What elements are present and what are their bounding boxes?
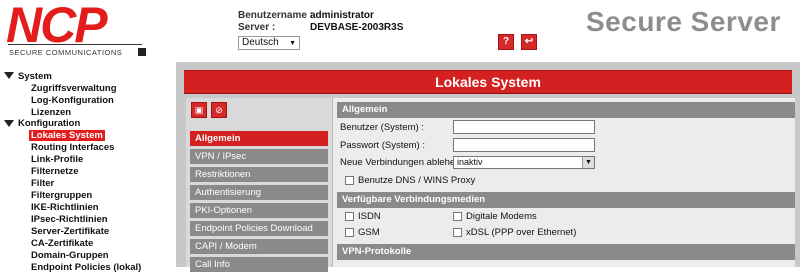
subnav-allgemein[interactable]: Allgemein: [190, 131, 328, 146]
tree-item[interactable]: IKE-Richtlinien: [31, 202, 99, 213]
subnav-restriktionen[interactable]: Restriktionen: [190, 167, 328, 182]
discard-icon[interactable]: ⊘: [211, 102, 227, 118]
tree-item[interactable]: Filternetze: [31, 166, 79, 177]
section-vpn-protokolle: VPN-Protokolle: [337, 244, 795, 260]
chevron-down-icon: ▼: [582, 157, 594, 168]
logo-tagline: SECURE COMMUNICATIONS: [9, 48, 123, 57]
expand-triangle-icon[interactable]: [4, 72, 14, 79]
language-value: Deutsch: [242, 37, 279, 48]
xdsl-label: xDSL (PPP over Ethernet): [466, 227, 577, 238]
tree-node-system[interactable]: System: [18, 71, 52, 82]
tree-item[interactable]: Routing Interfaces: [31, 142, 114, 153]
save-icon[interactable]: ▣: [191, 102, 207, 118]
isdn-checkbox[interactable]: [345, 212, 354, 221]
header: NCP SECURE COMMUNICATIONS Benutzername :…: [0, 0, 800, 62]
subnav-authentisierung[interactable]: Authentisierung: [190, 185, 328, 200]
section-medien: Verfügbare Verbindungsmedien: [337, 192, 795, 208]
logo-square: [138, 48, 146, 56]
isdn-label: ISDN: [358, 211, 381, 222]
product-title: Secure Server: [586, 6, 781, 37]
content-panel: Allgemein Benutzer (System) : Passwort (…: [332, 98, 795, 267]
password-input[interactable]: [453, 138, 595, 152]
modems-checkbox[interactable]: [453, 212, 462, 221]
tree-item[interactable]: Log-Konfiguration: [31, 95, 114, 106]
server-value: DEVBASE-2003R3S: [310, 22, 404, 33]
logo-text: NCP: [6, 0, 108, 53]
sidebar-tree: System Zugriffsverwaltung Log-Konfigurat…: [0, 68, 178, 273]
gsm-checkbox[interactable]: [345, 228, 354, 237]
sub-navigation: ▣ ⊘ Allgemein VPN / IPsec Restriktionen …: [186, 98, 332, 272]
tree-item[interactable]: Filtergruppen: [31, 190, 92, 201]
subnav-call-info[interactable]: Call Info: [190, 257, 328, 272]
dns-label: Benutze DNS / WINS Proxy: [358, 175, 476, 186]
subnav-vpn-ipsec[interactable]: VPN / IPsec: [190, 149, 328, 164]
section-allgemein: Allgemein: [337, 102, 795, 118]
user-input[interactable]: [453, 120, 595, 134]
subnav-endpoint-policies[interactable]: Endpoint Policies Download: [190, 221, 328, 236]
tree-item[interactable]: Zugriffsverwaltung: [31, 83, 117, 94]
username-label: Benutzername :: [238, 10, 314, 21]
tree-item[interactable]: Server-Zertifikate: [31, 226, 109, 237]
tree-item[interactable]: Endpoint Policies (lokal): [31, 262, 141, 273]
subnav-pki-optionen[interactable]: PKI-Optionen: [190, 203, 328, 218]
tree-item-selected[interactable]: Lokales System: [29, 130, 105, 141]
tree-item[interactable]: Link-Profile: [31, 154, 83, 165]
tree-item[interactable]: CA-Zertifikate: [31, 238, 93, 249]
xdsl-checkbox[interactable]: [453, 228, 462, 237]
dns-checkbox[interactable]: [345, 176, 354, 185]
logo-rule: [8, 44, 142, 45]
reject-select[interactable]: inaktiv ▼: [453, 156, 595, 169]
password-label: Passwort (System) :: [340, 140, 425, 151]
language-select[interactable]: Deutsch ▼: [238, 36, 300, 50]
expand-triangle-icon[interactable]: [4, 120, 14, 127]
reject-value: inaktiv: [457, 157, 483, 167]
tree-item[interactable]: Filter: [31, 178, 54, 189]
main-panel: Lokales System ▣ ⊘ Allgemein VPN / IPsec…: [176, 62, 800, 272]
tree-item[interactable]: IPsec-Richtlinien: [31, 214, 108, 225]
tree-node-konfiguration[interactable]: Konfiguration: [18, 118, 80, 129]
page-title: Lokales System: [184, 70, 792, 94]
subnav-capi-modem[interactable]: CAPI / Modem: [190, 239, 328, 254]
tree-item[interactable]: Domain-Gruppen: [31, 250, 109, 261]
modems-label: Digitale Modems: [466, 211, 537, 222]
server-label: Server :: [238, 22, 276, 33]
reject-label: Neue Verbindungen ablehen:: [340, 157, 464, 168]
help-icon[interactable]: ?: [498, 34, 514, 50]
gsm-label: GSM: [358, 227, 380, 238]
chevron-down-icon: ▼: [289, 40, 296, 47]
logout-icon[interactable]: ↩: [521, 34, 537, 50]
user-label: Benutzer (System) :: [340, 122, 424, 133]
tree-item[interactable]: Lizenzen: [31, 107, 71, 118]
ncp-logo: NCP SECURE COMMUNICATIONS: [6, 0, 146, 58]
username-value: administrator: [310, 10, 374, 21]
